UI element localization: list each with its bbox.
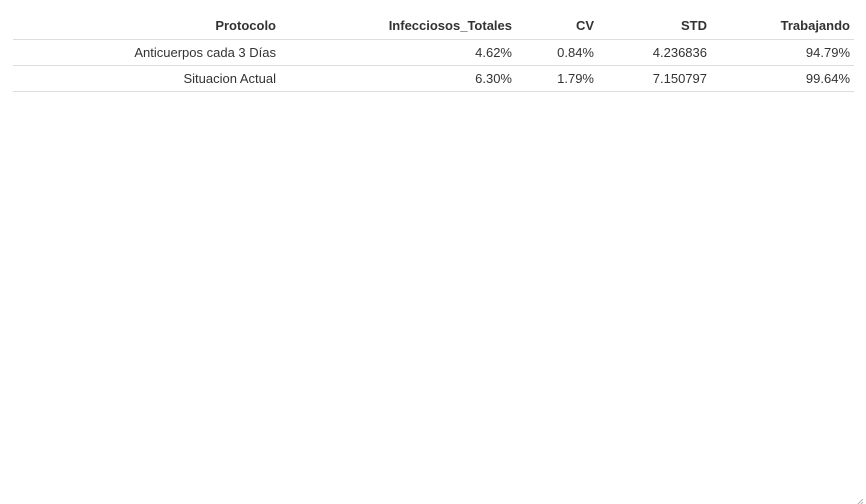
column-header-trabajando: Trabajando [711,12,854,40]
resize-grip-icon[interactable] [856,494,864,504]
column-header-std: STD [598,12,711,40]
cell-infecciosos-totales: 6.30% [280,65,516,92]
table-header: Protocolo Infecciosos_Totales CV STD Tra… [13,12,854,40]
column-header-infecciosos-totales: Infecciosos_Totales [280,12,516,40]
results-table: Protocolo Infecciosos_Totales CV STD Tra… [13,12,854,92]
table-body: Anticuerpos cada 3 Días 4.62% 0.84% 4.23… [13,39,854,92]
cell-std: 7.150797 [598,65,711,92]
results-table-container: Protocolo Infecciosos_Totales CV STD Tra… [13,12,854,92]
cell-cv: 0.84% [516,39,598,66]
cell-protocolo: Situacion Actual [13,65,280,92]
cell-cv: 1.79% [516,65,598,92]
cell-std: 4.236836 [598,39,711,66]
table-row: Anticuerpos cada 3 Días 4.62% 0.84% 4.23… [13,39,854,66]
header-row: Protocolo Infecciosos_Totales CV STD Tra… [13,12,854,40]
cell-infecciosos-totales: 4.62% [280,39,516,66]
column-header-cv: CV [516,12,598,40]
table-row: Situacion Actual 6.30% 1.79% 7.150797 99… [13,65,854,92]
cell-trabajando: 99.64% [711,65,854,92]
cell-protocolo: Anticuerpos cada 3 Días [13,39,280,66]
cell-trabajando: 94.79% [711,39,854,66]
column-header-protocolo: Protocolo [13,12,280,40]
